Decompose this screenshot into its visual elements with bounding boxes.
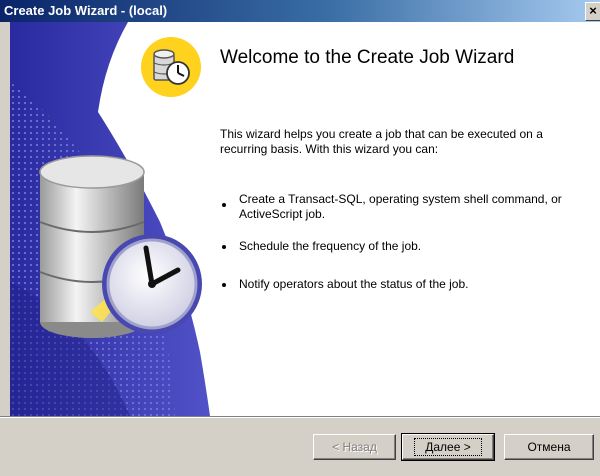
wizard-heading: Welcome to the Create Job Wizard xyxy=(220,47,515,68)
back-button[interactable]: < Назад xyxy=(313,434,396,460)
next-button[interactable]: Далее > xyxy=(401,433,495,461)
clock-icon xyxy=(102,234,202,334)
list-item: Schedule the frequency of the job. xyxy=(220,239,595,254)
window-titlebar[interactable]: Create Job Wizard - (local) × xyxy=(0,0,600,22)
button-bar-divider xyxy=(0,416,600,418)
wizard-intro: This wizard helps you create a job that … xyxy=(220,127,543,156)
close-icon: × xyxy=(589,3,597,18)
window-title: Create Job Wizard - (local) xyxy=(4,3,168,18)
cancel-button-label: Отмена xyxy=(527,440,571,454)
close-button[interactable]: × xyxy=(585,2,600,21)
list-item: Create a Transact-SQL, operating system … xyxy=(220,192,595,222)
wizard-content: Welcome to the Create Job Wizard This wi… xyxy=(10,22,600,416)
back-button-label: < Назад xyxy=(332,440,377,454)
cancel-button[interactable]: Отмена xyxy=(504,434,594,460)
feature-list: Create a Transact-SQL, operating system … xyxy=(220,192,595,292)
list-item: Notify operators about the status of the… xyxy=(220,277,595,292)
next-button-label: Далее > xyxy=(414,438,482,456)
job-clock-icon xyxy=(141,37,201,97)
